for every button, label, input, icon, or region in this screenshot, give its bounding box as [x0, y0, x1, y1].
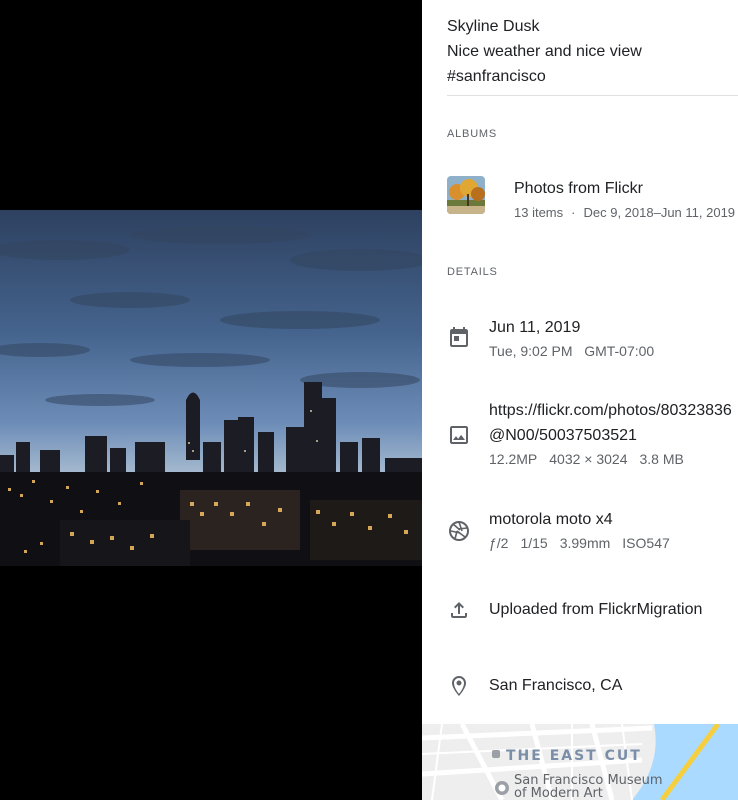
camera-model: motorola moto x4 — [489, 511, 613, 528]
separator-dot: · — [571, 205, 576, 220]
file-dimensions: 4032 × 3024 — [549, 451, 628, 467]
album-thumbnail — [447, 176, 485, 214]
file-specs: 12.2MP 4032 × 3024 3.8 MB — [489, 448, 732, 470]
file-url-line1[interactable]: https://flickr.com/photos/80323836 — [489, 398, 732, 423]
album-item[interactable]: Photos from Flickr 13 items · Dec 9, 2018–… — [447, 176, 738, 220]
skyline-photo-image — [0, 210, 422, 566]
camera-shutter: 1/15 — [520, 535, 548, 551]
date-primary: Jun 11, 2019 — [489, 319, 581, 336]
date-secondary: Tue, 9:02 PM GMT-07:00 — [489, 343, 655, 359]
camera-iso: ISO547 — [622, 535, 670, 551]
location-name[interactable]: San Francisco, CA — [489, 673, 622, 698]
album-meta: 13 items · Dec 9, 2018–Jun 11, 2019 — [514, 205, 735, 220]
photo-title[interactable]: Skyline Dusk — [447, 14, 738, 39]
map-neighborhood-label: THE EAST CUT — [506, 748, 642, 764]
file-megapixels: 12.2MP — [489, 451, 538, 467]
albums-heading: ALBUMS — [447, 128, 498, 140]
location-map[interactable]: THE EAST CUT San Francisco Museum of Mod… — [422, 724, 738, 800]
photo-tags[interactable]: #sanfrancisco — [447, 64, 738, 89]
file-size: 3.8 MB — [639, 451, 684, 467]
camera-focal-length: 3.99mm — [559, 535, 611, 551]
aperture-icon — [447, 519, 471, 543]
upload-icon — [447, 598, 471, 622]
details-heading: DETAILS — [447, 266, 498, 278]
description-block[interactable]: Skyline Dusk Nice weather and nice view … — [447, 14, 738, 96]
location-pin-icon — [447, 674, 471, 698]
album-title: Photos from Flickr — [514, 180, 643, 197]
file-url-line2[interactable]: @N00/50037503521 — [489, 423, 732, 448]
photo-caption[interactable]: Nice weather and nice view — [447, 39, 738, 64]
info-panel: Skyline Dusk Nice weather and nice view … — [422, 0, 738, 800]
skyline-photo[interactable] — [0, 210, 422, 566]
map-poi-label: San Francisco Museum of Modern Art — [514, 774, 663, 800]
camera-settings: ƒ/2 1/15 3.99mm ISO547 — [489, 532, 670, 554]
upload-source: Uploaded from FlickrMigration — [489, 601, 703, 618]
photo-viewer[interactable] — [0, 0, 422, 800]
album-date-range: Dec 9, 2018–Jun 11, 2019 — [583, 205, 736, 220]
camera-aperture: ƒ/2 — [489, 535, 509, 551]
calendar-icon — [447, 325, 471, 349]
image-icon — [447, 423, 471, 447]
map-poi-line2: of Modern Art — [514, 786, 603, 800]
album-count: 13 items — [514, 205, 564, 220]
